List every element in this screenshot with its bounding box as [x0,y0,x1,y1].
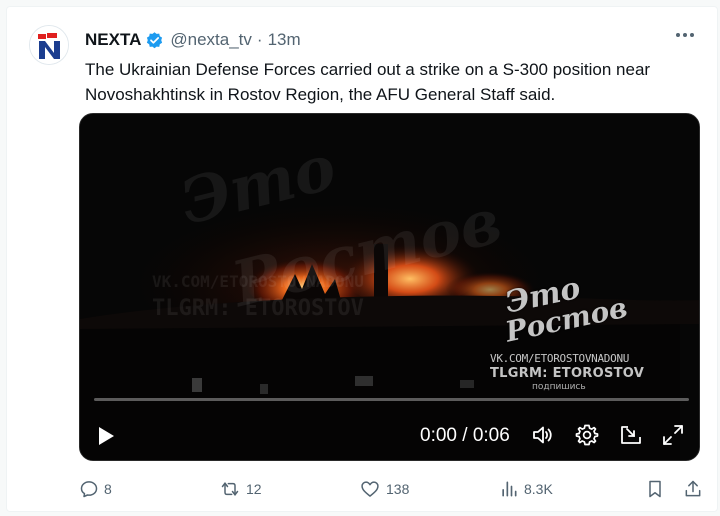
repost-count: 12 [246,481,262,497]
watermark-url: VK.COM/ETOROSTOVNADONU [152,272,364,291]
dot [683,33,687,37]
repost-icon [221,482,239,496]
channel-watermark: Это Ростов VK.COM/ETOROSTOVNADONU TLGRM:… [490,271,650,392]
share-icon [685,480,701,497]
bookmark-button[interactable] [645,477,665,501]
reply-icon [80,481,98,498]
tweet-actions: 8 12 138 8.3K [79,477,709,501]
dot [690,33,694,37]
verified-badge-icon [145,31,164,50]
tweet-card[interactable]: NEXTA @nexta_tv · 13m The Ukrainian Defe… [6,6,718,512]
video-player[interactable]: Это Ростов VK.COM/ETOROSTOVNADONU TLGRM:… [79,113,700,461]
author-handle[interactable]: @nexta_tv [170,30,252,50]
separator: · [256,30,263,49]
reply-count: 8 [104,481,112,497]
like-count: 138 [386,481,410,497]
nexta-logo-icon [30,26,68,64]
video-progress-bar[interactable] [94,398,689,401]
reply-button[interactable]: 8 [79,477,112,501]
settings-gear-icon[interactable] [574,422,600,448]
volume-icon[interactable] [530,422,556,448]
tweet-text: The Ukrainian Defense Forces carried out… [85,60,651,104]
picture-in-picture-icon[interactable] [618,422,644,448]
watermark-telegram: TLGRM: ETOROSTOV [152,296,364,321]
fullscreen-icon[interactable] [660,422,686,448]
avatar[interactable] [29,25,69,65]
watermark-url: VK.COM/ETOROSTOVNADONU [490,352,630,365]
video-time: 0:00 / 0:06 [420,425,510,446]
bookmark-icon [649,480,661,498]
like-button[interactable]: 138 [359,477,409,501]
repost-button[interactable]: 12 [219,477,262,501]
dot [676,33,680,37]
views-chart-icon [502,481,517,497]
views-button[interactable]: 8.3K [499,477,553,501]
share-button[interactable] [683,477,703,501]
watermark-subscribe: подпишись [532,382,586,392]
play-icon[interactable] [94,424,118,448]
timestamp[interactable]: 13m [268,30,301,50]
more-options-button[interactable] [673,23,697,47]
watermark-telegram: TLGRM: ETOROSTOV [490,366,645,381]
author-name[interactable]: NEXTA [85,30,141,50]
heart-icon [361,481,379,497]
views-count: 8.3K [524,481,553,497]
tweet-header: NEXTA @nexta_tv · 13m [85,29,301,51]
